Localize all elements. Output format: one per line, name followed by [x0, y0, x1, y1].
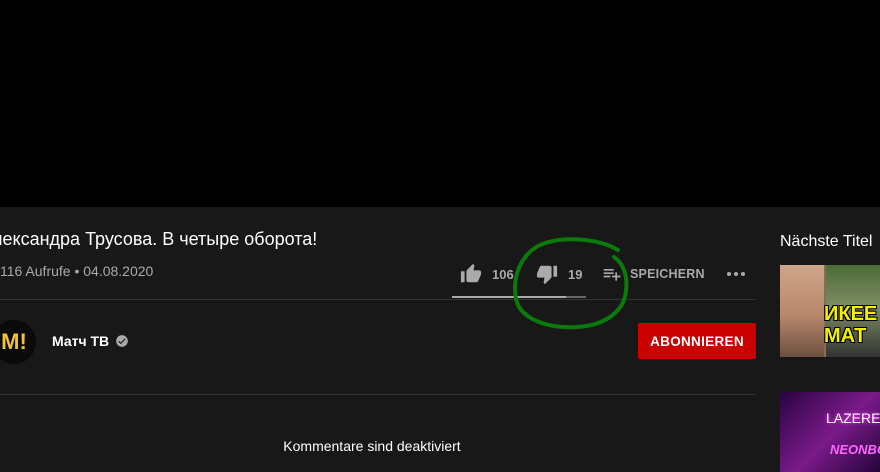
like-button[interactable]: 106 — [460, 259, 514, 289]
more-horizontal-icon — [727, 272, 745, 276]
up-next-thumbnail[interactable]: LAZERE NEONBOMB — [780, 392, 880, 472]
video-info: лександра Трусова. В четыре оборота! 116… — [0, 207, 770, 472]
thumbnail-caption: LAZERE — [826, 410, 880, 426]
thumbs-up-icon — [460, 263, 482, 283]
video-player[interactable] — [0, 0, 880, 207]
video-title: лександра Трусова. В четыре оборота! — [0, 229, 318, 249]
channel-name: Матч ТВ — [52, 333, 110, 349]
up-next-sidebar: Nächste Titel ИКЕЕ МАТ LAZERE NEONBOMB — [770, 207, 880, 472]
channel-name-link[interactable]: Матч ТВ — [52, 333, 129, 349]
channel-avatar[interactable]: M! — [0, 320, 36, 364]
divider — [0, 299, 756, 300]
annotation-circle — [513, 237, 629, 330]
channel-avatar-logo: M! — [1, 329, 27, 354]
comments-disabled-notice: Kommentare sind deaktiviert — [283, 438, 461, 454]
up-next-heading: Nächste Titel — [780, 233, 873, 250]
thumbnail-face — [780, 265, 824, 357]
thumbnail-caption: ИКЕЕ МАТ — [824, 303, 878, 347]
verified-check-icon — [116, 335, 128, 347]
thumbnail-caption: NEONBOMB — [830, 442, 880, 457]
video-meta: 116 Aufrufe • 04.08.2020 — [0, 263, 154, 279]
subscribe-button[interactable]: ABONNIEREN — [638, 323, 756, 359]
save-label: SPEICHERN — [630, 267, 705, 281]
divider — [0, 394, 756, 395]
more-actions-button[interactable] — [724, 259, 748, 289]
up-next-thumbnail[interactable]: ИКЕЕ МАТ — [780, 265, 880, 357]
